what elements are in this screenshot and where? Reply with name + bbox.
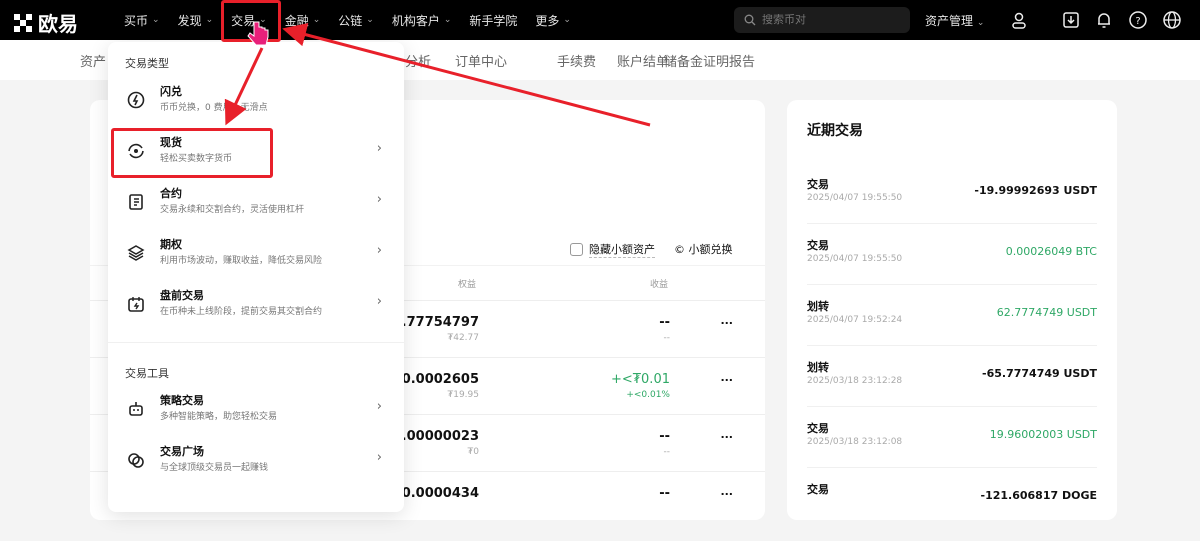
arrow-to-trade <box>282 22 651 127</box>
arrow-to-spot <box>224 47 264 126</box>
annotation-arrows <box>224 21 651 127</box>
hand-cursor-icon <box>247 21 269 46</box>
